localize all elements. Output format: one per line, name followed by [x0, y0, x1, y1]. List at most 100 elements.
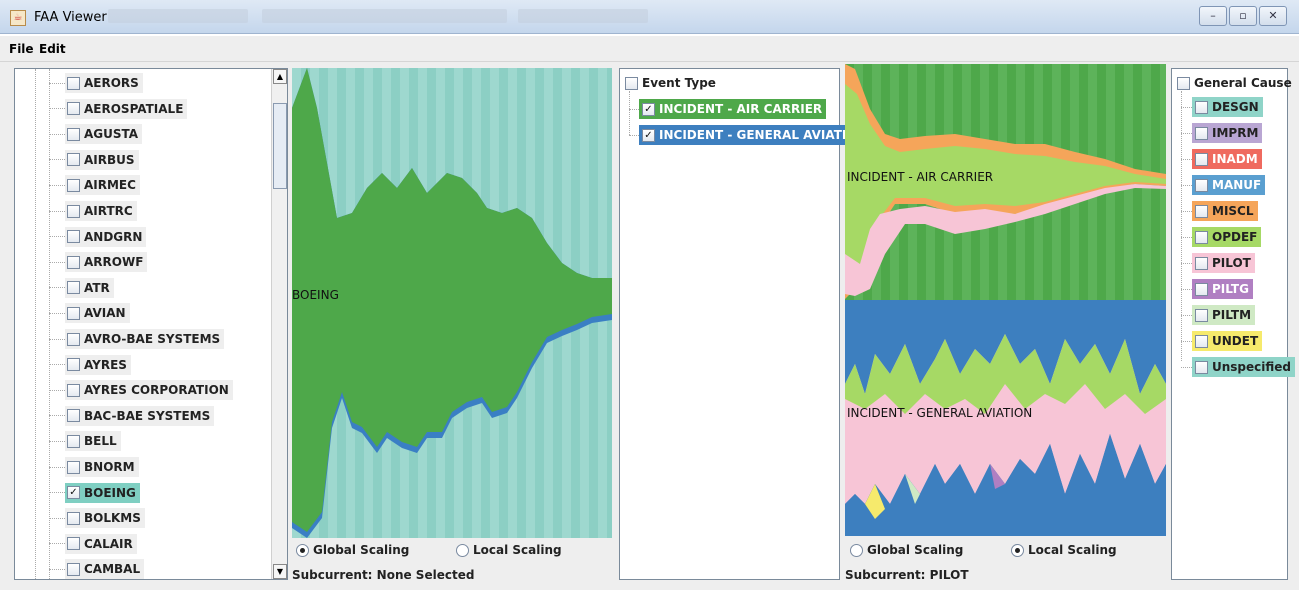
- manufacturer-item[interactable]: AYRES CORPORATION: [49, 380, 233, 401]
- manufacturer-chip[interactable]: BNORM: [65, 457, 139, 477]
- event-general-aviation[interactable]: ✓ INCIDENT - GENERAL AVIATION: [639, 125, 871, 145]
- manufacturer-item[interactable]: ARROWF: [49, 252, 148, 273]
- manufacturer-item[interactable]: BNORM: [49, 457, 139, 477]
- manufacturer-streamgraph[interactable]: BOEING: [292, 68, 612, 538]
- manufacturer-item[interactable]: CAMBAL: [49, 559, 145, 579]
- manufacturer-chip[interactable]: CAMBAL: [65, 559, 145, 579]
- manufacturer-chip[interactable]: AVIAN: [65, 303, 130, 324]
- menu-edit[interactable]: Edit: [39, 42, 66, 56]
- manufacturer-item[interactable]: BELL: [49, 431, 121, 452]
- cause-item-pilot[interactable]: PILOT: [1192, 253, 1255, 273]
- checkbox-icon[interactable]: [67, 511, 80, 525]
- checkbox-icon[interactable]: [67, 102, 80, 116]
- manufacturer-chip[interactable]: ATR: [65, 277, 114, 298]
- checkbox-icon[interactable]: [67, 230, 80, 244]
- checkbox-icon[interactable]: [67, 434, 80, 448]
- checkbox-checked-icon[interactable]: ✓: [67, 486, 80, 500]
- checkbox-icon[interactable]: [67, 537, 80, 551]
- checkbox-checked-icon[interactable]: ✓: [642, 102, 655, 116]
- manufacturer-item[interactable]: AERORS: [49, 73, 143, 93]
- manufacturer-chip[interactable]: BAC-BAE SYSTEMS: [65, 405, 215, 426]
- manufacturer-item[interactable]: AVRO-BAE SYSTEMS: [49, 329, 225, 349]
- manufacturer-chip[interactable]: AIRTRC: [65, 201, 137, 221]
- checkbox-icon[interactable]: [1195, 204, 1208, 218]
- scrollbar-thumb[interactable]: [273, 103, 287, 189]
- event-air-carrier[interactable]: ✓ INCIDENT - AIR CARRIER: [639, 99, 827, 119]
- checkbox-icon[interactable]: [1195, 126, 1208, 140]
- cause-item-desgn[interactable]: DESGN: [1192, 97, 1263, 117]
- checkbox-icon[interactable]: [67, 76, 80, 90]
- manufacturer-chip[interactable]: CALAIR: [65, 533, 137, 554]
- manufacturer-chip[interactable]: AYRES CORPORATION: [65, 380, 233, 401]
- manufacturer-chip[interactable]: ANDGRN: [65, 226, 147, 247]
- checkbox-icon[interactable]: [1177, 76, 1190, 90]
- manufacturer-item[interactable]: AEROSPATIALE: [49, 98, 188, 119]
- right-global-scaling-radio[interactable]: Global Scaling: [850, 543, 963, 557]
- checkbox-icon[interactable]: [67, 306, 80, 320]
- maximize-button[interactable]: ▫: [1229, 6, 1257, 26]
- manufacturer-item[interactable]: BOLKMS: [49, 508, 145, 529]
- checkbox-icon[interactable]: [1195, 100, 1208, 114]
- checkbox-icon[interactable]: [1195, 308, 1208, 322]
- manufacturer-item[interactable]: BAC-BAE SYSTEMS: [49, 405, 215, 426]
- checkbox-icon[interactable]: [67, 127, 80, 141]
- right-local-scaling-radio[interactable]: Local Scaling: [1011, 543, 1117, 557]
- checkbox-icon[interactable]: [1195, 178, 1208, 192]
- scroll-up-arrow-icon[interactable]: ▲: [273, 69, 287, 84]
- menu-file[interactable]: File: [9, 42, 34, 56]
- checkbox-icon[interactable]: [67, 358, 80, 372]
- checkbox-icon[interactable]: [67, 409, 80, 423]
- cause-item-imprm[interactable]: IMPRM: [1192, 123, 1263, 143]
- cause-item-miscl[interactable]: MISCL: [1192, 201, 1258, 221]
- manufacturer-chip[interactable]: AEROSPATIALE: [65, 98, 188, 119]
- manufacturer-item[interactable]: CALAIR: [49, 533, 137, 554]
- general-cause-root[interactable]: General Cause: [1174, 73, 1296, 93]
- cause-item-manuf[interactable]: MANUF: [1192, 175, 1266, 195]
- manufacturer-item[interactable]: AIRMEC: [49, 175, 140, 196]
- checkbox-icon[interactable]: [1195, 230, 1208, 244]
- manufacturer-chip[interactable]: AVRO-BAE SYSTEMS: [65, 329, 225, 349]
- manufacturer-item[interactable]: AVIAN: [49, 303, 130, 324]
- manufacturer-chip[interactable]: AERORS: [65, 73, 143, 93]
- manufacturer-chip[interactable]: BOLKMS: [65, 508, 145, 529]
- checkbox-icon[interactable]: [67, 383, 80, 397]
- checkbox-icon[interactable]: [1195, 282, 1208, 296]
- event-cause-streamgraph[interactable]: INCIDENT - AIR CARRIER INCIDENT - GENERA…: [845, 64, 1166, 536]
- checkbox-icon[interactable]: [67, 178, 80, 192]
- manufacturer-item[interactable]: AGUSTA: [49, 124, 143, 145]
- cause-item-piltg[interactable]: PILTG: [1192, 279, 1253, 299]
- manufacturer-chip[interactable]: ✓ BOEING: [65, 482, 140, 503]
- scroll-down-arrow-icon[interactable]: ▼: [273, 564, 287, 579]
- manufacturer-item[interactable]: ANDGRN: [49, 226, 147, 247]
- manufacturer-item[interactable]: AIRTRC: [49, 201, 137, 221]
- cause-item-unspecified[interactable]: Unspecified: [1192, 357, 1296, 377]
- vertical-scrollbar[interactable]: ▲ ▼: [271, 69, 287, 579]
- cause-item-piltm[interactable]: PILTM: [1192, 305, 1256, 325]
- checkbox-icon[interactable]: [1195, 334, 1208, 348]
- checkbox-checked-icon[interactable]: ✓: [642, 128, 655, 142]
- checkbox-icon[interactable]: [67, 281, 80, 295]
- manufacturer-chip[interactable]: AIRMEC: [65, 175, 140, 196]
- manufacturer-chip[interactable]: AGUSTA: [65, 124, 143, 145]
- manufacturer-item[interactable]: ✓ BOEING: [49, 482, 140, 503]
- checkbox-icon[interactable]: [67, 562, 80, 576]
- close-button[interactable]: ✕: [1259, 6, 1287, 26]
- manufacturer-chip[interactable]: AYRES: [65, 354, 131, 375]
- manufacturer-chip[interactable]: ARROWF: [65, 252, 148, 273]
- cause-item-inadm[interactable]: INADM: [1192, 149, 1262, 169]
- manufacturer-chip[interactable]: AIRBUS: [65, 149, 139, 170]
- left-global-scaling-radio[interactable]: Global Scaling: [296, 543, 409, 557]
- checkbox-icon[interactable]: [1195, 360, 1208, 374]
- checkbox-icon[interactable]: [625, 76, 638, 90]
- cause-item-undet[interactable]: UNDET: [1192, 331, 1263, 351]
- manufacturer-item[interactable]: ATR: [49, 277, 114, 298]
- checkbox-icon[interactable]: [67, 460, 80, 474]
- checkbox-icon[interactable]: [67, 332, 80, 346]
- event-type-root[interactable]: Event Type: [622, 73, 720, 93]
- minimize-button[interactable]: –: [1199, 6, 1227, 26]
- left-local-scaling-radio[interactable]: Local Scaling: [456, 543, 562, 557]
- checkbox-icon[interactable]: [1195, 256, 1208, 270]
- manufacturer-item[interactable]: AYRES: [49, 354, 131, 375]
- checkbox-icon[interactable]: [67, 153, 80, 167]
- manufacturer-chip[interactable]: BELL: [65, 431, 121, 452]
